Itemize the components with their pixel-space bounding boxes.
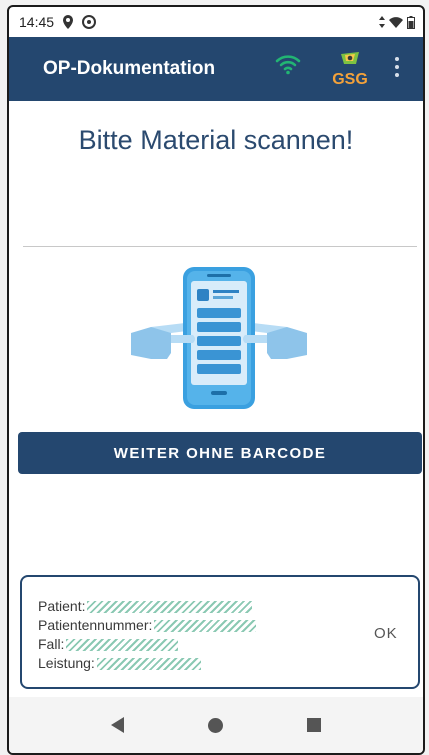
patient-row: Patient: [38, 597, 256, 616]
home-icon[interactable] [208, 717, 223, 733]
gsg-logo-icon: GSG [332, 52, 368, 88]
overflow-menu-icon[interactable] [395, 57, 399, 77]
case-label: Fall: [38, 636, 65, 652]
status-bar: 14:45 [9, 7, 423, 37]
status-wifi-icon [389, 17, 403, 28]
info-card: Patient: Patientennummer: Fall: Leistung… [20, 575, 420, 689]
battery-icon [407, 15, 415, 29]
wifi-connected-icon [275, 55, 301, 75]
redacted-value [66, 638, 179, 651]
sync-icon [82, 15, 97, 29]
service-row: Leistung: [38, 654, 256, 673]
system-nav-bar [9, 697, 423, 753]
service-label: Leistung: [38, 655, 95, 671]
patient-label: Patient: [38, 598, 86, 614]
data-arrows-icon [379, 16, 385, 28]
page-heading: Bitte Material scannen! [78, 125, 354, 155]
divider [23, 246, 417, 247]
continue-without-barcode-button[interactable]: WEITER OHNE BARCODE [18, 432, 422, 474]
redacted-value [87, 600, 253, 613]
redacted-value [96, 657, 201, 670]
case-row: Fall: [38, 635, 256, 654]
app-bar: OP-Dokumentation GSG [9, 37, 423, 101]
logo-text: GSG [332, 71, 368, 88]
location-pin-icon [63, 15, 74, 29]
status-time: 14:45 [19, 14, 55, 30]
back-icon[interactable] [111, 717, 124, 733]
phone-frame: 14:45 OP-Dokumentation GSG Bitte Materia… [7, 5, 425, 755]
patient-number-row: Patientennummer: [38, 616, 257, 635]
ok-button[interactable]: OK [374, 625, 398, 642]
app-title: OP-Dokumentation [43, 58, 216, 79]
scan-device-illustration [131, 267, 307, 409]
redacted-value [154, 619, 257, 632]
recent-apps-icon[interactable] [307, 718, 321, 732]
patient-number-label: Patientennummer: [38, 617, 153, 633]
